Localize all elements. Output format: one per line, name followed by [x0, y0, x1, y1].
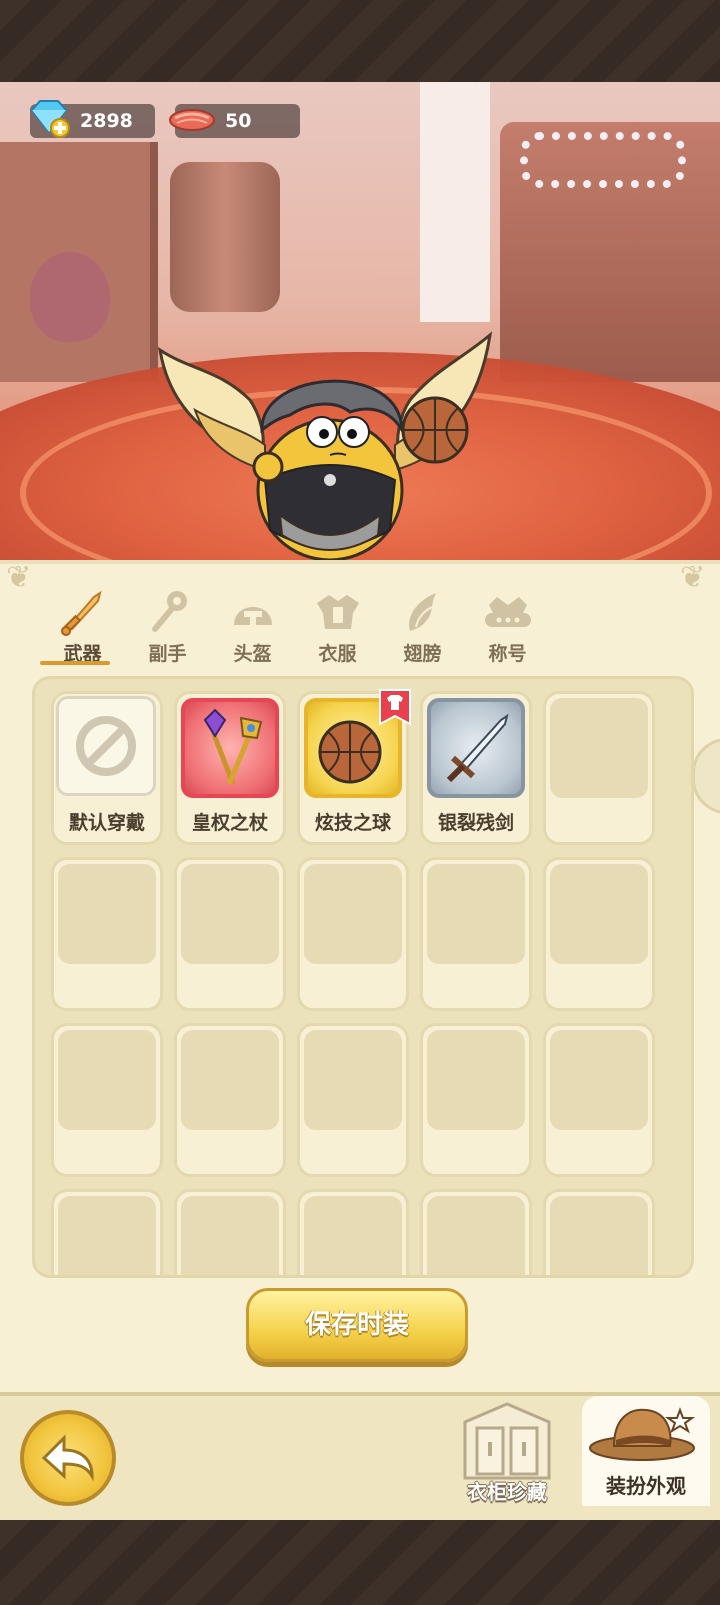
item-frame: [56, 696, 156, 796]
back-arrow-icon: [41, 1434, 94, 1482]
item-slot-empty[interactable]: [543, 1023, 655, 1177]
helmet-icon: [233, 607, 272, 627]
item-frame: [550, 1030, 648, 1130]
dress-up-appearance-tab[interactable]: 装扮外观: [582, 1396, 710, 1506]
broken-sword-icon: [446, 713, 509, 783]
item-slot-empty[interactable]: [420, 1189, 532, 1275]
save-outfit-button[interactable]: 保存时装: [246, 1288, 468, 1362]
wing-icon: [408, 593, 436, 631]
meat-icon: [169, 109, 215, 131]
item-slot-empty[interactable]: [174, 857, 286, 1011]
item-slot-basketball[interactable]: 炫技之球: [297, 689, 411, 845]
tab-clothes[interactable]: 衣服: [295, 585, 380, 665]
item-frame: [427, 1030, 525, 1130]
item-frame: [58, 1030, 156, 1130]
tab-title-label: 称号: [488, 643, 527, 665]
item-slot-empty[interactable]: [543, 1189, 655, 1275]
offhand-icon: [151, 591, 187, 632]
item-grid: 默认穿戴 皇权之杖 炫技之球 银裂残剑: [32, 676, 694, 1278]
scepter-icon: [203, 708, 263, 785]
item-slot-empty[interactable]: [543, 691, 655, 845]
item-slot-empty[interactable]: [51, 1189, 163, 1275]
wardrobe-label: 衣柜珍藏: [467, 1480, 547, 1504]
item-frame: [181, 1030, 279, 1130]
tab-wings[interactable]: 翅膀: [380, 585, 465, 665]
dress-up-label: 装扮外观: [606, 1474, 686, 1498]
background-egg: [30, 252, 110, 342]
item-frame: [304, 864, 402, 964]
item-label: 炫技之球: [314, 812, 391, 834]
active-tab-indicator: [40, 661, 110, 665]
top-decor-band: [0, 0, 720, 82]
new-outfit-badge: [379, 689, 411, 726]
item-frame: [427, 698, 525, 798]
background-doorway: [420, 82, 490, 322]
wardrobe-collection-button[interactable]: 衣柜珍藏: [452, 1398, 562, 1506]
tab-title[interactable]: 称号: [465, 585, 550, 665]
item-frame: [550, 698, 648, 798]
none-icon: [76, 716, 136, 776]
tab-offhand-label: 副手: [148, 643, 187, 665]
item-frame: [181, 1196, 279, 1275]
item-label: 银裂残剑: [437, 812, 514, 834]
background-barrel: [170, 162, 280, 312]
item-frame: [304, 1030, 402, 1130]
tab-clothes-label: 衣服: [318, 643, 357, 665]
item-label: 皇权之杖: [191, 812, 268, 834]
sword-icon: [60, 590, 102, 636]
item-slot-empty[interactable]: [297, 857, 409, 1011]
crown-icon: [484, 597, 531, 627]
tab-wings-label: 翅膀: [403, 643, 442, 665]
tab-offhand[interactable]: 副手: [125, 585, 210, 665]
item-frame: [181, 698, 279, 798]
diamond-value: 2898: [80, 110, 133, 132]
item-slot-empty[interactable]: [420, 857, 532, 1011]
wardrobe-icon: [463, 1402, 551, 1480]
armor-icon: [316, 595, 359, 629]
tab-weapon[interactable]: 武器: [40, 585, 125, 665]
item-slot-default[interactable]: 默认穿戴: [51, 691, 163, 845]
bottom-decor-band: [0, 1520, 720, 1605]
item-slot-empty[interactable]: [51, 857, 163, 1011]
item-label: 默认穿戴: [68, 812, 145, 834]
item-frame: [550, 1196, 648, 1275]
item-frame: [427, 1196, 525, 1275]
diamond-counter[interactable]: 2898: [30, 100, 155, 138]
item-frame: [58, 1196, 156, 1275]
item-frame: [304, 1196, 402, 1275]
item-slot-empty[interactable]: [174, 1023, 286, 1177]
item-frame: [550, 864, 648, 964]
meat-counter[interactable]: 50: [169, 104, 300, 138]
tab-helmet-label: 头盔: [233, 643, 272, 665]
item-frame: [181, 864, 279, 964]
meat-value: 50: [225, 110, 252, 132]
back-button[interactable]: [20, 1410, 116, 1506]
item-slot-empty[interactable]: [543, 857, 655, 1011]
item-slot-broken-sword[interactable]: 银裂残剑: [420, 691, 532, 845]
item-slot-empty[interactable]: [297, 1189, 409, 1275]
item-slot-empty[interactable]: [174, 1189, 286, 1275]
hat-icon: [589, 1407, 696, 1461]
item-slot-empty[interactable]: [51, 1023, 163, 1177]
item-frame: [58, 864, 156, 964]
item-slot-empty[interactable]: [420, 1023, 532, 1177]
tab-helmet[interactable]: 头盔: [210, 585, 295, 665]
diamond-icon: [30, 100, 70, 138]
background-pearls: [520, 132, 686, 188]
panel-corner-ornament-right: ❦: [680, 560, 706, 595]
item-slot-empty[interactable]: [297, 1023, 409, 1177]
item-slot-scepter[interactable]: 皇权之杖: [174, 691, 286, 845]
character-avatar: [157, 331, 493, 562]
category-tabs: 武器 副手 头盔 衣服 翅膀 称号: [40, 585, 680, 665]
item-frame: [427, 864, 525, 964]
